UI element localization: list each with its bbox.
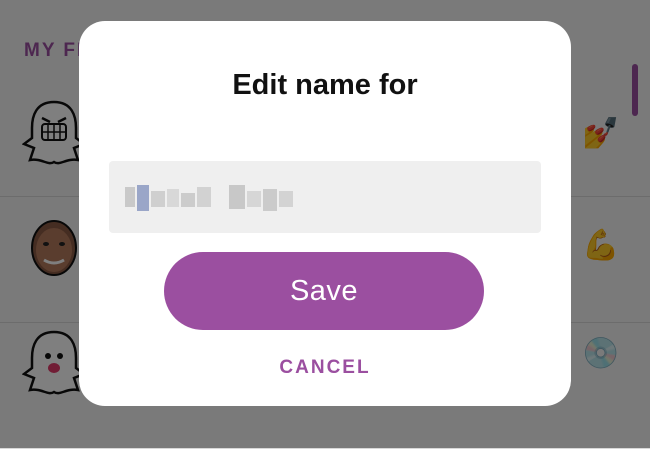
name-input[interactable] (109, 161, 541, 233)
dialog-title: Edit name for (232, 69, 418, 101)
edit-name-dialog: Edit name for Save CANCEL (79, 21, 571, 406)
dialog-subtitle-redacted (251, 111, 401, 139)
cancel-button[interactable]: CANCEL (79, 357, 571, 379)
save-button[interactable]: Save (164, 252, 484, 330)
